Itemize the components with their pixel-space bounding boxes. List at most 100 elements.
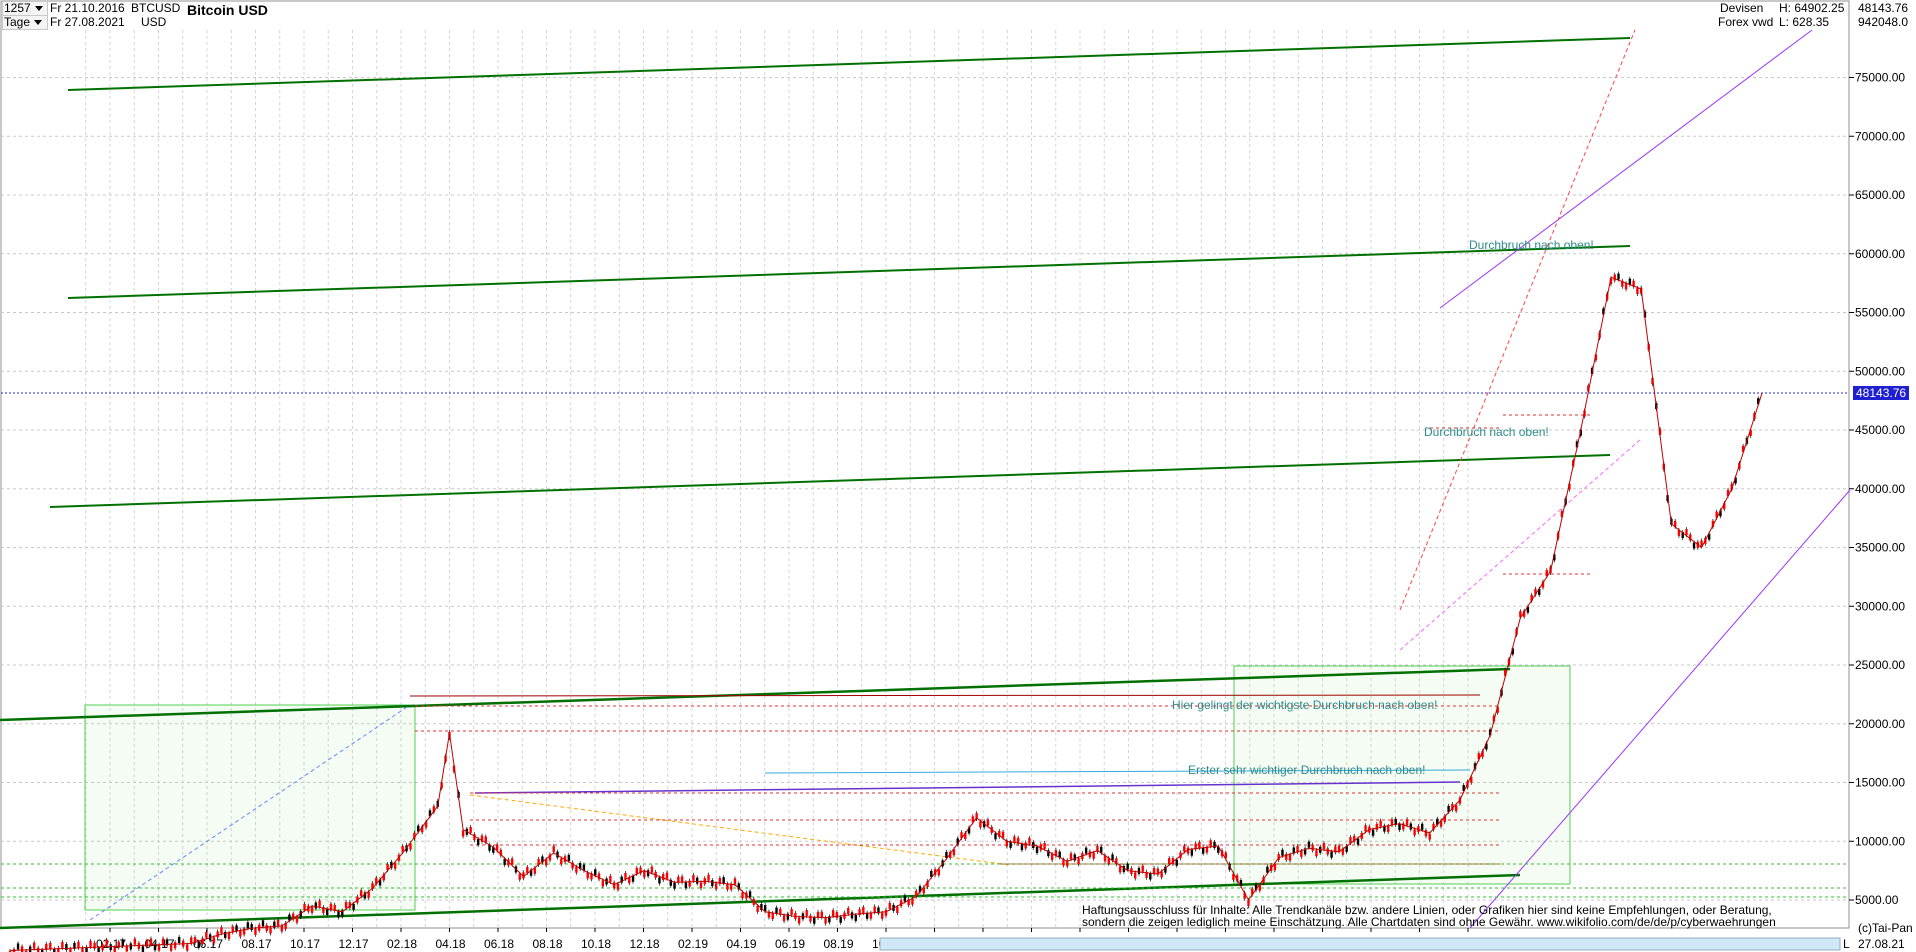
candle-body [318,900,321,907]
candle-body [609,875,612,882]
candle-body [265,924,268,931]
candle-body [771,912,774,919]
candle-body [303,903,306,910]
candle-body [276,919,280,926]
candle-body [325,908,329,915]
candle-body [161,938,165,945]
candle-body [510,858,514,865]
candle-body [1009,841,1012,848]
candle-body [839,916,842,923]
candle-body [1420,823,1424,830]
candle-body [129,943,133,950]
y-tick-label: 55000.00 [1855,306,1905,320]
candle-body [227,933,231,940]
zone-box [84,704,416,911]
volume-label: 942048.0 [1858,15,1909,29]
candle-body [1100,846,1103,853]
x-tick-label: 08.17 [242,937,272,951]
candle-body [254,928,257,935]
candle-body [205,931,208,938]
candle-body [662,874,665,881]
candle-body [937,869,941,876]
candle-body [261,920,265,927]
candle-body [601,880,605,887]
annotation-breakout-2: Durchbruch nach oben! [1424,425,1549,439]
candle-body [850,912,854,919]
candle-body [65,944,68,951]
candle-body [310,906,314,913]
candle-body [1379,820,1382,827]
annotation-breakout-1: Durchbruch nach oben! [1469,238,1594,252]
candle-body [1428,833,1431,840]
candle-body [820,911,824,918]
candle-body [197,941,200,948]
candle-body [665,872,669,879]
candle-body [884,909,888,916]
candle-body [61,941,64,948]
candle-body [1326,848,1329,855]
candle-body [684,882,688,889]
symbol-label: BTCUSD [131,1,181,15]
candle-body [790,908,793,915]
time-scrollbar [879,937,1841,951]
interval-selector[interactable]: Tage [4,15,42,29]
x-tick-label: 04.19 [727,937,757,951]
candle-body [1069,853,1073,860]
x-tick-label: 08.19 [824,937,854,951]
candle-body [121,939,124,946]
y-tick-label: 5000.00 [1855,893,1899,907]
candle-body [1307,841,1311,848]
x-tick-label: 06.17 [193,937,223,951]
x-tick-label: 02.19 [678,937,708,951]
candle-body [1613,274,1616,281]
candle-body [726,883,729,890]
candle-body [786,913,790,920]
candle-body [477,839,480,846]
candle-body [1398,824,1401,831]
candle-body [518,873,521,880]
candle-body [32,942,36,949]
candle-body [650,866,654,873]
candle-body [344,901,348,908]
candle-body [1315,850,1318,857]
candle-body [145,940,149,947]
high-label: H: 64902.25 [1779,1,1845,15]
candle-body [881,912,884,919]
candle-body [888,902,891,909]
candle-body [109,944,112,951]
scale-toggle[interactable]: L [1843,937,1850,951]
candle-body [1043,842,1046,849]
candle-body [1190,849,1194,856]
annotation-first-breakout: Erster sehr wichtiger Durchbruch nach ob… [1188,763,1426,777]
candle-body [105,939,108,946]
candle-body [1624,283,1628,290]
candle-body [643,871,646,878]
period-selector[interactable]: 1257 [4,1,43,15]
candle-body [714,883,718,890]
candle-body [722,877,725,884]
candle-body [1149,873,1152,880]
candle-body [854,914,857,921]
y-tick-label: 30000.00 [1855,599,1905,613]
candle-body [81,947,84,952]
candle-body [979,821,982,828]
candle-body [77,941,80,948]
candle-body [484,836,487,843]
candle-body [1152,867,1156,874]
candle-body [157,944,161,951]
candle-body [89,940,92,947]
candle-body [1281,849,1284,856]
candle-body [741,892,744,899]
candle-body [1386,825,1390,832]
candle-body [658,877,661,884]
candle-body [173,942,177,949]
category-label: Devisen [1720,1,1764,15]
candle-body [295,916,299,923]
x-tick-label: 12.17 [339,937,369,951]
candle-body [1213,841,1216,848]
x-tick-label: 02.18 [387,937,417,951]
candle-body [756,905,759,912]
candle-body [544,859,548,866]
chart-canvas[interactable]: 75000.00 70000.00 65000.00 60000.00 55000.00… [0,0,1916,952]
y-tick-label: 15000.00 [1855,776,1905,790]
